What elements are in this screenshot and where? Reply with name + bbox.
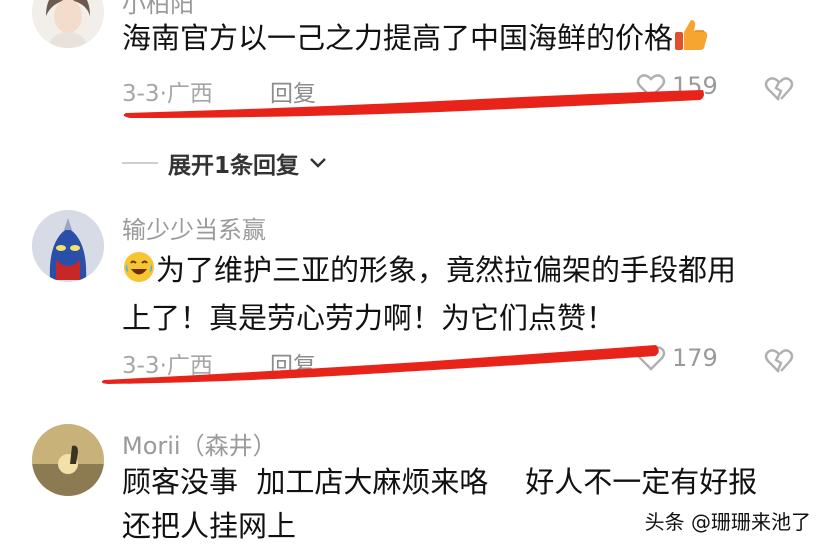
expand-replies-button[interactable]: 展开1条回复: [122, 146, 327, 180]
comment-meta: 3-3·广西: [122, 346, 213, 380]
comment-text: 海南官方以一己之力提高了中国海鲜的价格: [122, 16, 812, 64]
like-count: 179: [672, 344, 718, 372]
separator: ·: [159, 353, 167, 379]
username[interactable]: 输少少当系赢: [122, 210, 266, 245]
avatar[interactable]: [32, 424, 104, 496]
username[interactable]: Morii（森井）: [122, 426, 277, 461]
reply-button[interactable]: 回复: [270, 346, 316, 380]
separator: ·: [159, 81, 167, 107]
like-button[interactable]: 179: [636, 344, 718, 372]
thumbs-up-icon: [673, 18, 709, 64]
expand-replies-label: 展开1条回复: [168, 153, 300, 179]
tears-of-joy-emoji-icon: [122, 250, 156, 296]
broken-heart-icon: [764, 77, 794, 101]
comment-meta: 3-3·广西: [122, 74, 213, 108]
reply-button[interactable]: 回复: [270, 74, 316, 108]
comment-date: 3-3: [122, 81, 160, 107]
comment-location: 广西: [166, 81, 213, 107]
chevron-down-icon: [310, 158, 326, 168]
dislike-button[interactable]: [764, 348, 794, 378]
comment-text-line-2: 上了！真是劳心劳力啊！为它们点赞！: [122, 301, 616, 335]
comment-text-line-1: 顾客没事 加工店大麻烦来咯 好人不一定有好报: [122, 465, 758, 499]
avatar[interactable]: [32, 0, 104, 48]
watermark: 头条 @珊珊来池了: [640, 504, 815, 537]
dislike-button[interactable]: [764, 76, 794, 106]
comment-text-content: 海南官方以一己之力提高了中国海鲜的价格: [122, 21, 674, 55]
heart-icon: [636, 346, 666, 371]
comment-text-line-1: 为了维护三亚的形象，竟然拉偏架的手段都用: [156, 253, 737, 287]
like-count: 159: [672, 72, 718, 100]
heart-icon: [636, 74, 666, 99]
like-button[interactable]: 159: [636, 72, 718, 100]
comment-location: 广西: [166, 353, 213, 379]
divider: [122, 162, 158, 164]
avatar[interactable]: [32, 210, 104, 282]
comment-text: 为了维护三亚的形象，竟然拉偏架的手段都用 上了！真是劳心劳力啊！为它们点赞！: [122, 248, 812, 340]
broken-heart-icon: [764, 349, 794, 373]
comment-date: 3-3: [122, 353, 160, 379]
